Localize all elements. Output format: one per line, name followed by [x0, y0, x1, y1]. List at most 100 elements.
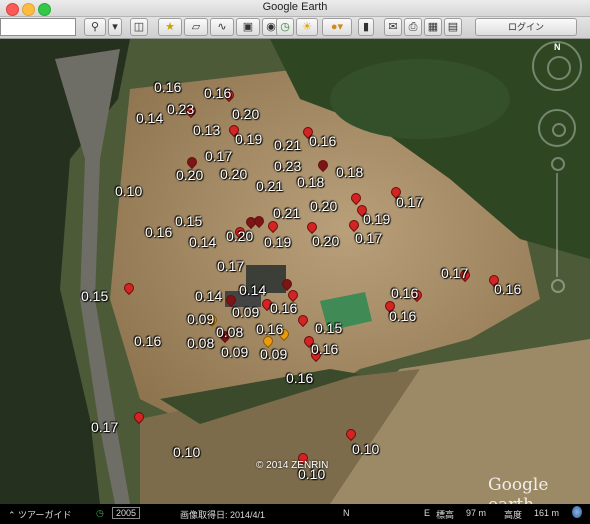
look-joystick[interactable]: N	[532, 41, 582, 91]
add-path-button[interactable]: ∿	[210, 18, 234, 36]
ruler-icon: ▮	[362, 21, 370, 33]
search-options-button[interactable]: ▾	[108, 18, 122, 36]
placemark-label: 0.16	[309, 133, 337, 149]
status-bar: ⌃ ツアーガイド ◷ 2005 画像取得日: 2014/4/1 N E 標高 9…	[0, 504, 590, 524]
placemark-label: 0.17	[91, 419, 119, 435]
add-image-overlay-button[interactable]: ▣	[236, 18, 260, 36]
placemark-label: 0.16	[311, 341, 339, 357]
add-polygon-button[interactable]: ▱	[184, 18, 208, 36]
search-input[interactable]	[0, 18, 76, 36]
altitude-value: 161 m	[534, 508, 560, 518]
placemark-label: 0.20	[176, 167, 204, 183]
planet-icon: ●▾	[330, 21, 344, 33]
search-icon: ⚲	[90, 21, 100, 33]
placemark-label: 0.10	[115, 183, 143, 199]
placemark-label: 0.13	[193, 122, 221, 138]
historical-imagery-icon[interactable]: ◷	[96, 508, 104, 519]
zoom-in-icon[interactable]	[551, 157, 565, 171]
placemark-label: 0.17	[396, 194, 424, 210]
zoom-track	[556, 173, 558, 277]
placemark-label: 0.09	[187, 311, 215, 327]
placemark-label: 0.14	[136, 110, 164, 126]
placemark-label: 0.17	[217, 258, 245, 274]
longitude-suffix: E	[424, 508, 431, 518]
move-icon	[552, 123, 566, 137]
placemark-label: 0.20	[232, 106, 260, 122]
zoom-slider[interactable]	[551, 157, 565, 297]
map-view[interactable]: 0.16 0.16 0.23 0.14 0.20 0.13 0.19 0.21 …	[0, 39, 590, 504]
placemark-label: 0.16	[270, 300, 298, 316]
placemark-label: 0.20	[310, 198, 338, 214]
placemark-label: 0.16	[134, 333, 162, 349]
sidebar-icon: ◫	[133, 21, 145, 33]
placemark-label: 0.17	[205, 148, 233, 164]
imagery-year: 2005	[112, 507, 141, 519]
placemark-label: 0.10	[352, 441, 380, 457]
placemark-label: 0.09	[260, 346, 288, 362]
placemark-label: 0.18	[297, 174, 325, 190]
placemark-label: 0.21	[256, 178, 284, 194]
title-bar: Google Earth	[0, 0, 590, 17]
streaming-globe-icon	[572, 506, 582, 518]
placemark-label: 0.16	[256, 321, 284, 337]
placemark-label: 0.19	[363, 211, 391, 227]
latitude-suffix: N	[343, 508, 350, 518]
view-in-maps-button[interactable]: ▤	[444, 18, 462, 36]
login-button[interactable]: ログイン	[475, 18, 577, 36]
historical-imagery-button[interactable]: ◷	[276, 18, 294, 36]
placemark-label: 0.10	[173, 444, 201, 460]
path-icon: ∿	[217, 21, 227, 33]
placemark-label: 0.17	[441, 265, 469, 281]
planets-button[interactable]: ●▾	[322, 18, 352, 36]
placemark-label: 0.16	[154, 79, 182, 95]
placemark-label: 0.16	[389, 308, 417, 324]
placemark-label: 0.14	[189, 234, 217, 250]
placemark-label: 0.23	[274, 158, 302, 174]
placemark-label: 0.18	[336, 164, 364, 180]
placemark-label: 0.17	[355, 230, 383, 246]
sidebar-toggle-button[interactable]: ◫	[130, 18, 148, 36]
elevation-value: 97 m	[466, 508, 487, 518]
move-joystick[interactable]	[538, 109, 576, 147]
placemark-label: 0.16	[204, 85, 232, 101]
placemark-label: 0.15	[315, 320, 343, 336]
copyright-text: © 2014 ZENRIN	[256, 460, 329, 471]
window-title: Google Earth	[262, 1, 328, 13]
search-button[interactable]: ⚲	[84, 18, 106, 36]
email-button[interactable]: ✉	[384, 18, 402, 36]
save-image-icon: ▦	[427, 21, 439, 33]
imagery-date: 画像取得日: 2014/4/1	[180, 510, 266, 520]
sunlight-button[interactable]: ☀	[296, 18, 318, 36]
print-button[interactable]: ⎙	[404, 18, 422, 36]
placemark-label: 0.20	[312, 233, 340, 249]
clock-icon: ◷	[280, 21, 290, 33]
satellite-imagery	[0, 39, 590, 504]
placemark-label: 0.23	[167, 101, 195, 117]
compass-north-label: N	[554, 42, 561, 52]
placemark-icon: ★	[165, 21, 175, 33]
save-image-button[interactable]: ▦	[424, 18, 442, 36]
placemark-label: 0.19	[264, 234, 292, 250]
record-tour-icon: ◉	[266, 21, 276, 33]
placemark-label: 0.08	[216, 324, 244, 340]
placemark-label: 0.15	[175, 213, 203, 229]
image-overlay-icon: ▣	[242, 21, 254, 33]
add-placemark-button[interactable]: ★	[158, 18, 182, 36]
placemark-label: 0.20	[226, 228, 254, 244]
maps-icon: ▤	[447, 21, 459, 33]
tour-guide-label: ツアーガイド	[18, 510, 72, 520]
chevron-down-icon: ▾	[112, 21, 118, 33]
tour-guide-toggle[interactable]: ⌃ ツアーガイド	[8, 508, 72, 521]
zoom-out-icon[interactable]	[551, 279, 565, 293]
placemark-label: 0.14	[239, 282, 267, 298]
look-icon	[547, 56, 571, 80]
placemark-label: 0.16	[391, 285, 419, 301]
sunlight-icon: ☀	[302, 21, 312, 33]
ruler-button[interactable]: ▮	[358, 18, 374, 36]
placemark-label: 0.09	[221, 344, 249, 360]
placemark-label: 0.16	[286, 370, 314, 386]
polygon-icon: ▱	[191, 21, 201, 33]
toolbar: ⚲ ▾ ◫ ★ ▱ ∿ ▣ ◉ ◷ ☀ ●▾ ▮ ✉ ⎙ ▦ ▤ ログイン	[0, 17, 590, 39]
placemark-label: 0.16	[494, 281, 522, 297]
placemark-label: 0.09	[232, 304, 260, 320]
